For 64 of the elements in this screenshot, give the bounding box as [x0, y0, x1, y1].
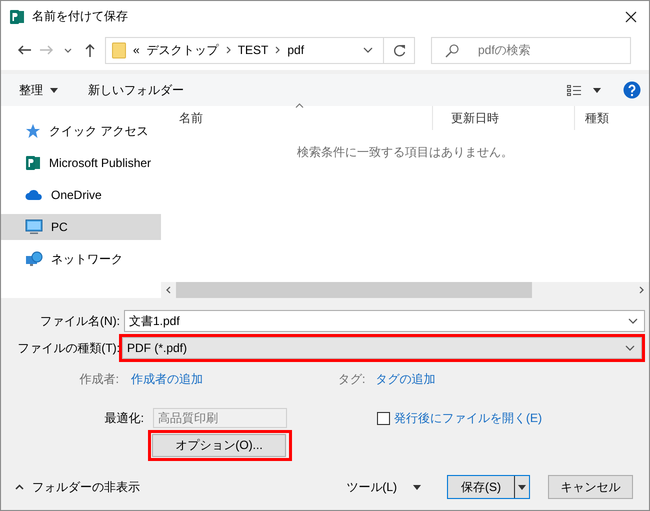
refresh-icon[interactable]	[392, 44, 406, 56]
computer-icon	[25, 219, 43, 235]
breadcrumb[interactable]: デスクトップ	[146, 42, 219, 58]
help-icon[interactable]	[623, 81, 641, 99]
sidebar-item[interactable]: PC	[1, 214, 161, 240]
add-author-link[interactable]: 作成者の追加	[131, 371, 203, 388]
checkbox[interactable]	[377, 412, 390, 424]
organize-menu[interactable]: 整理	[11, 78, 66, 102]
field-label: 最適化:	[104, 410, 145, 426]
chevron-right-icon	[226, 46, 231, 54]
view-dropdown-triangle-icon[interactable]	[593, 88, 601, 92]
back-arrow-icon[interactable]	[16, 44, 32, 56]
network-icon	[25, 251, 43, 267]
breadcrumb[interactable]: pdf	[287, 43, 304, 57]
chevron-down-icon	[628, 318, 638, 324]
publisher-icon	[9, 8, 25, 24]
chevron-down-icon	[625, 345, 635, 351]
up-arrow-icon[interactable]	[84, 42, 96, 58]
options-button[interactable]: オプション(O)...	[152, 434, 286, 457]
scroll-left-icon	[166, 286, 171, 294]
sidebar-item[interactable]: クイック アクセス	[1, 118, 161, 144]
search-field[interactable]: pdfの検索	[431, 36, 631, 64]
cloud-icon	[25, 189, 43, 201]
sidebar-item[interactable]: Microsoft Publisher	[1, 150, 161, 176]
column-header[interactable]: 種類	[575, 106, 649, 130]
chevron-right-icon	[275, 46, 280, 54]
column-header[interactable]: 名前	[161, 106, 433, 130]
chevron-up-icon	[15, 484, 24, 490]
add-tag-link[interactable]: タグの追加	[375, 371, 436, 388]
column-header[interactable]: 更新日時	[433, 106, 575, 130]
field-label: ファイルの種類(T):	[16, 340, 121, 356]
sidebar-item[interactable]: ネットワーク	[1, 246, 161, 272]
save-button[interactable]: 保存(S)	[447, 475, 530, 499]
empty-message: 検索条件に一致する項目はありません。	[297, 144, 513, 161]
sidebar-item[interactable]: OneDrive	[1, 182, 161, 208]
address-bar[interactable]: « デスクトップ TEST pdf	[105, 36, 415, 64]
field-label: タグ:	[338, 371, 366, 388]
dropdown-triangle-icon	[413, 484, 421, 490]
dropdown-triangle-icon	[518, 484, 526, 490]
publisher-icon	[25, 155, 41, 171]
search-icon	[445, 44, 459, 58]
breadcrumb[interactable]: TEST	[238, 43, 268, 57]
field-label: 作成者:	[78, 371, 120, 388]
cancel-button[interactable]: キャンセル	[548, 475, 633, 499]
folder-icon	[112, 42, 126, 58]
field-label: ファイル名(N):	[39, 312, 121, 330]
view-options-icon[interactable]	[567, 84, 581, 96]
optimize-field: 高品質印刷	[153, 408, 287, 428]
scroll-right-icon	[639, 286, 644, 294]
new-folder-button[interactable]: 新しいフォルダー	[80, 78, 192, 102]
close-icon[interactable]	[625, 10, 637, 22]
tools-menu[interactable]: ツール(L)	[340, 478, 427, 496]
dropdown-triangle-icon	[50, 88, 58, 92]
hide-folders-button[interactable]: フォルダーの非表示	[15, 478, 140, 496]
star-icon	[25, 123, 41, 139]
overflow-chevrons[interactable]: «	[133, 43, 140, 57]
horizontal-scrollbar[interactable]	[161, 282, 649, 298]
chevron-down-icon	[363, 47, 373, 53]
sort-caret-icon	[295, 103, 304, 108]
recent-dropdown-icon[interactable]	[64, 48, 72, 52]
file-name-field[interactable]: 文書1.pdf	[124, 310, 645, 332]
checkbox-label[interactable]: 発行後にファイルを開く(E)	[394, 410, 542, 426]
window-title: 名前を付けて保存	[32, 8, 129, 25]
file-type-dropdown[interactable]: PDF (*.pdf)	[122, 337, 642, 359]
